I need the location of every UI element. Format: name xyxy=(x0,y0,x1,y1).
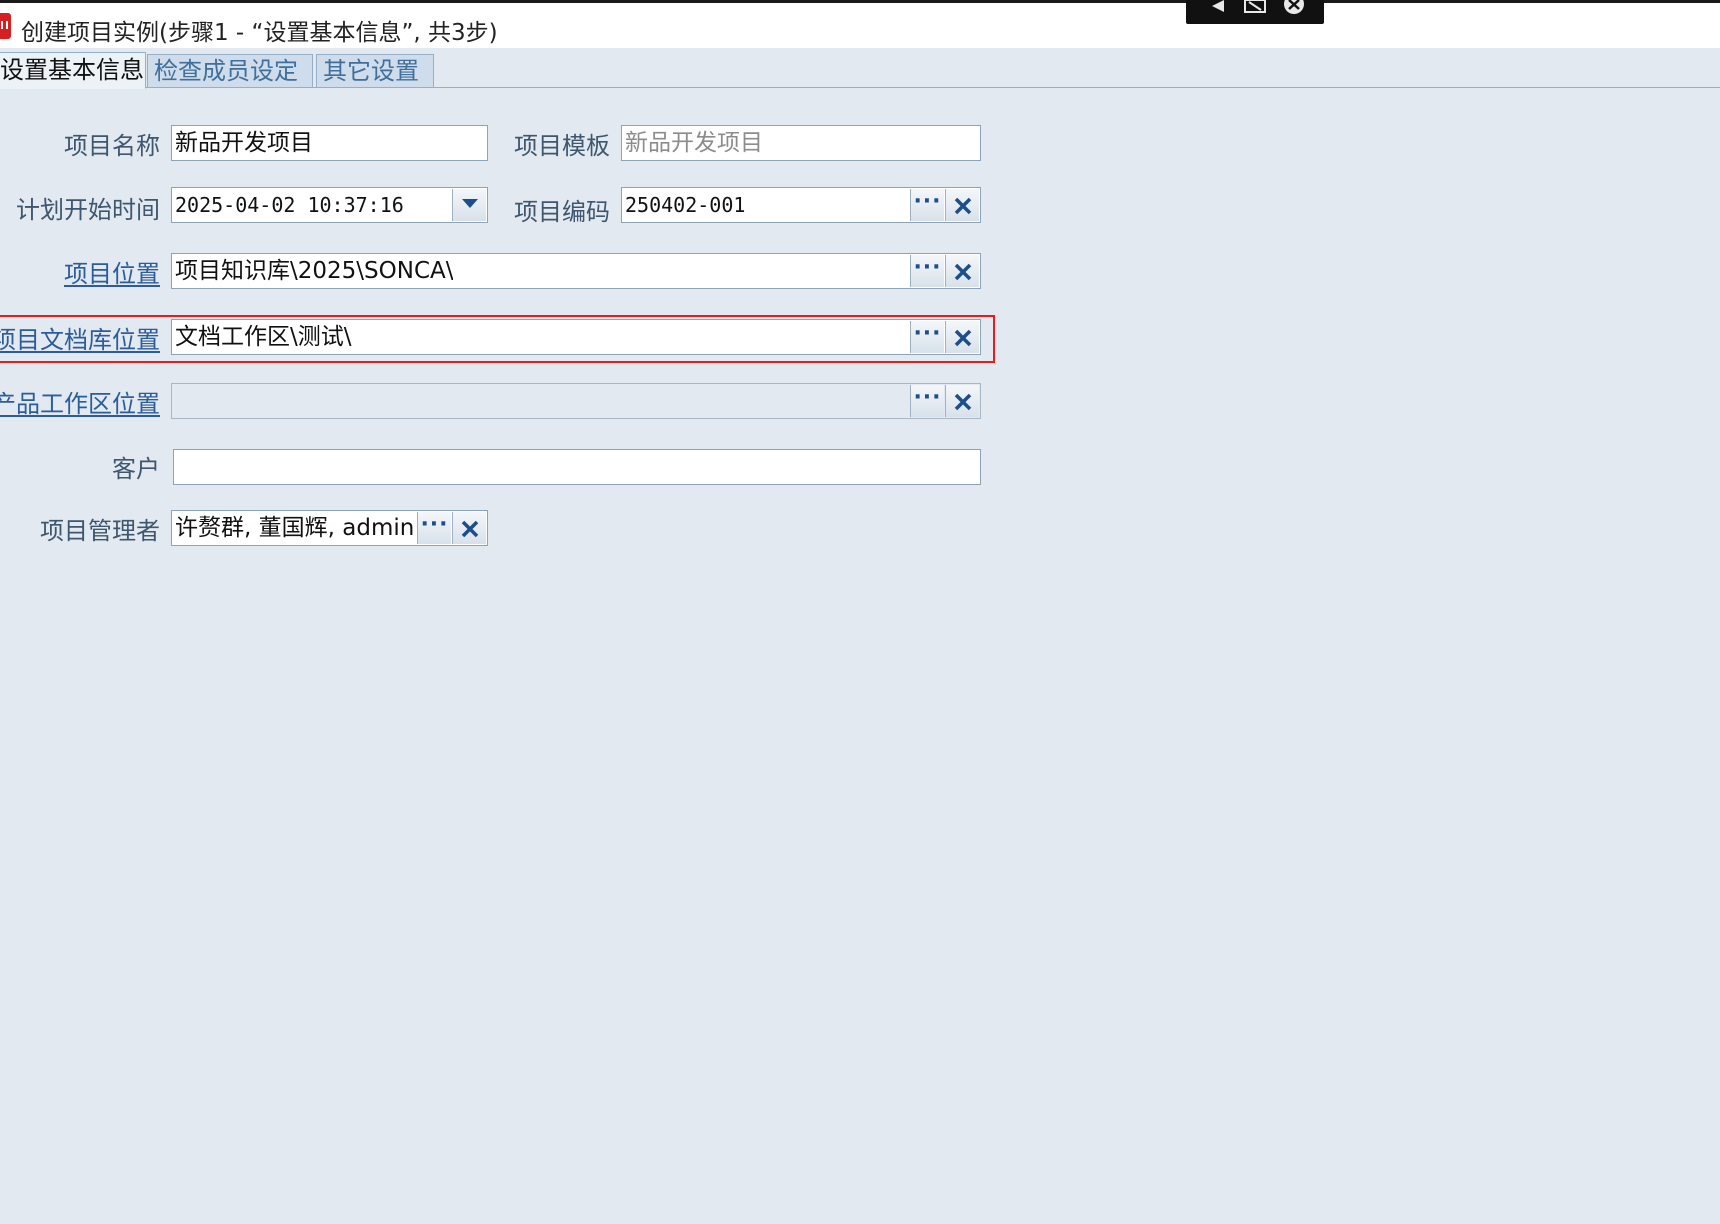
ellipsis-icon: ··· xyxy=(913,385,942,410)
back-icon[interactable] xyxy=(1206,0,1230,16)
project-name-label: 项目名称 xyxy=(64,132,160,160)
window-title: 创建项目实例(步骤1 - “设置基本信息”, 共3步) xyxy=(21,20,498,46)
tab-basic-info[interactable]: 设置基本信息 xyxy=(0,52,146,89)
product-workspace-location-link[interactable]: 产品工作区位置 xyxy=(0,384,160,419)
doc-library-location-input[interactable]: 文档工作区\测试\ ··· xyxy=(171,319,981,355)
project-code-browse-button[interactable]: ··· xyxy=(910,189,944,221)
fit-icon[interactable] xyxy=(1243,0,1267,16)
app-logo-icon xyxy=(0,13,11,39)
project-location-clear-button[interactable] xyxy=(945,255,979,287)
project-template-input[interactable]: 新品开发项目 xyxy=(621,125,981,161)
clear-x-icon xyxy=(461,520,478,538)
clear-x-icon xyxy=(954,393,971,411)
window-titlebar: 创建项目实例(步骤1 - “设置基本信息”, 共3步) xyxy=(0,0,1720,48)
project-managers-value: 许赘群, 董国辉, admin xyxy=(175,515,415,541)
project-managers-input[interactable]: 许赘群, 董国辉, admin ··· xyxy=(171,510,488,546)
project-location-link[interactable]: 项目位置 xyxy=(64,254,160,289)
ellipsis-icon: ··· xyxy=(913,255,942,280)
project-name-value: 新品开发项目 xyxy=(175,130,313,156)
project-code-value: 250402-001 xyxy=(625,193,746,217)
project-managers-label: 项目管理者 xyxy=(40,517,160,545)
project-location-value: 项目知识库\2025\SONCA\ xyxy=(175,258,454,284)
planned-start-value: 2025-04-02 10:37:16 xyxy=(175,193,404,217)
clear-x-icon xyxy=(954,329,971,347)
project-template-label: 项目模板 xyxy=(514,132,610,160)
project-managers-clear-button[interactable] xyxy=(452,512,486,544)
project-location-browse-button[interactable]: ··· xyxy=(910,255,944,287)
customer-label: 客户 xyxy=(112,455,160,483)
chevron-down-icon xyxy=(461,199,478,208)
clear-x-icon xyxy=(954,263,971,281)
ellipsis-icon: ··· xyxy=(420,512,449,537)
doc-library-clear-button[interactable] xyxy=(945,321,979,353)
tab-member-check[interactable]: 检查成员设定 xyxy=(147,54,313,87)
tab-strip: 设置基本信息 检查成员设定 其它设置 xyxy=(0,48,1720,89)
ellipsis-icon: ··· xyxy=(913,189,942,214)
planned-start-label: 计划开始时间 xyxy=(16,196,160,224)
product-workspace-browse-button[interactable]: ··· xyxy=(910,385,944,417)
customer-input[interactable] xyxy=(173,449,981,485)
project-name-input[interactable]: 新品开发项目 xyxy=(171,125,488,161)
clear-x-icon xyxy=(954,197,971,215)
project-code-clear-button[interactable] xyxy=(945,189,979,221)
doc-library-location-value: 文档工作区\测试\ xyxy=(175,324,352,350)
close-circle-icon[interactable] xyxy=(1282,0,1306,16)
planned-start-datepicker[interactable]: 2025-04-02 10:37:16 xyxy=(171,187,488,223)
date-dropdown-button[interactable] xyxy=(452,189,486,221)
ellipsis-icon: ··· xyxy=(913,321,942,346)
overlay-toolbar xyxy=(1186,0,1324,24)
project-location-input[interactable]: 项目知识库\2025\SONCA\ ··· xyxy=(171,253,981,289)
tab-other-settings[interactable]: 其它设置 xyxy=(316,54,434,87)
doc-library-location-link[interactable]: 项目文档库位置 xyxy=(0,320,160,355)
project-code-input[interactable]: 250402-001 ··· xyxy=(621,187,981,223)
doc-library-browse-button[interactable]: ··· xyxy=(910,321,944,353)
product-workspace-location-input[interactable]: ··· xyxy=(171,383,981,419)
project-code-label: 项目编码 xyxy=(514,198,610,226)
product-workspace-clear-button[interactable] xyxy=(945,385,979,417)
project-managers-browse-button[interactable]: ··· xyxy=(417,512,451,544)
project-template-value: 新品开发项目 xyxy=(625,130,763,156)
